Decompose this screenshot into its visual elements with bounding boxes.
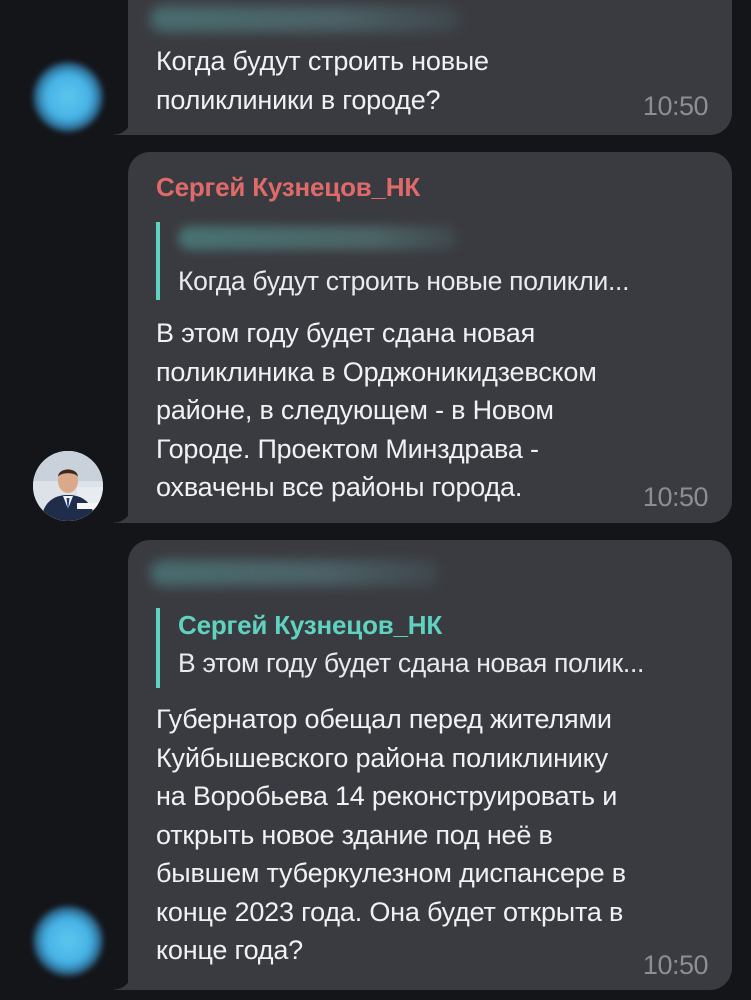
blurred-sender-name [150,560,440,586]
message-time: 10:50 [642,91,709,121]
blurred-sender-name [150,6,460,32]
avatar-photo-icon [33,451,103,521]
sender-name[interactable]: Сергей Кузнецов_НК [156,172,420,203]
reply-quote[interactable]: Сергей Кузнецов_НК В этом году будет сда… [156,608,706,688]
message-time: 10:50 [642,950,709,980]
message-bubble-3[interactable]: Сергей Кузнецов_НК В этом году будет сда… [114,540,732,990]
blurred-avatar[interactable] [33,906,103,976]
message-text: Губернатор обещал перед жителями Куйбыше… [156,704,626,965]
reply-sender-name: Сергей Кузнецов_НК [178,610,443,640]
message-bubble-2[interactable]: Сергей Кузнецов_НК Когда будут строить н… [114,152,732,523]
message-time: 10:50 [642,482,709,512]
sender-avatar[interactable] [33,451,103,521]
blurred-avatar[interactable] [33,62,103,132]
message-bubble-1[interactable]: Когда будут строить новые поликлиники в … [114,0,732,135]
reply-text: В этом году будет сдана новая полик... [178,648,645,678]
message-text: Когда будут строить новые поликлиники в … [156,46,489,115]
message-text: В этом году будет сдана новая поликлиник… [156,318,597,502]
reply-text: Когда будут строить новые поликли... [178,266,630,296]
reply-quote[interactable]: Когда будут строить новые поликли... [156,222,706,300]
blurred-reply-name [178,226,458,250]
